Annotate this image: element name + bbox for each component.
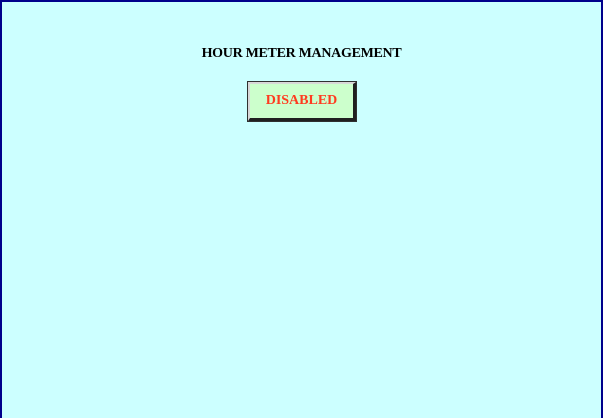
hour-meter-status-button[interactable]: DISABLED — [247, 81, 357, 122]
status-button-label: DISABLED — [265, 93, 338, 108]
main-panel: HOUR METER MANAGEMENT DISABLED — [0, 0, 603, 418]
page-title: HOUR METER MANAGEMENT — [201, 46, 402, 61]
